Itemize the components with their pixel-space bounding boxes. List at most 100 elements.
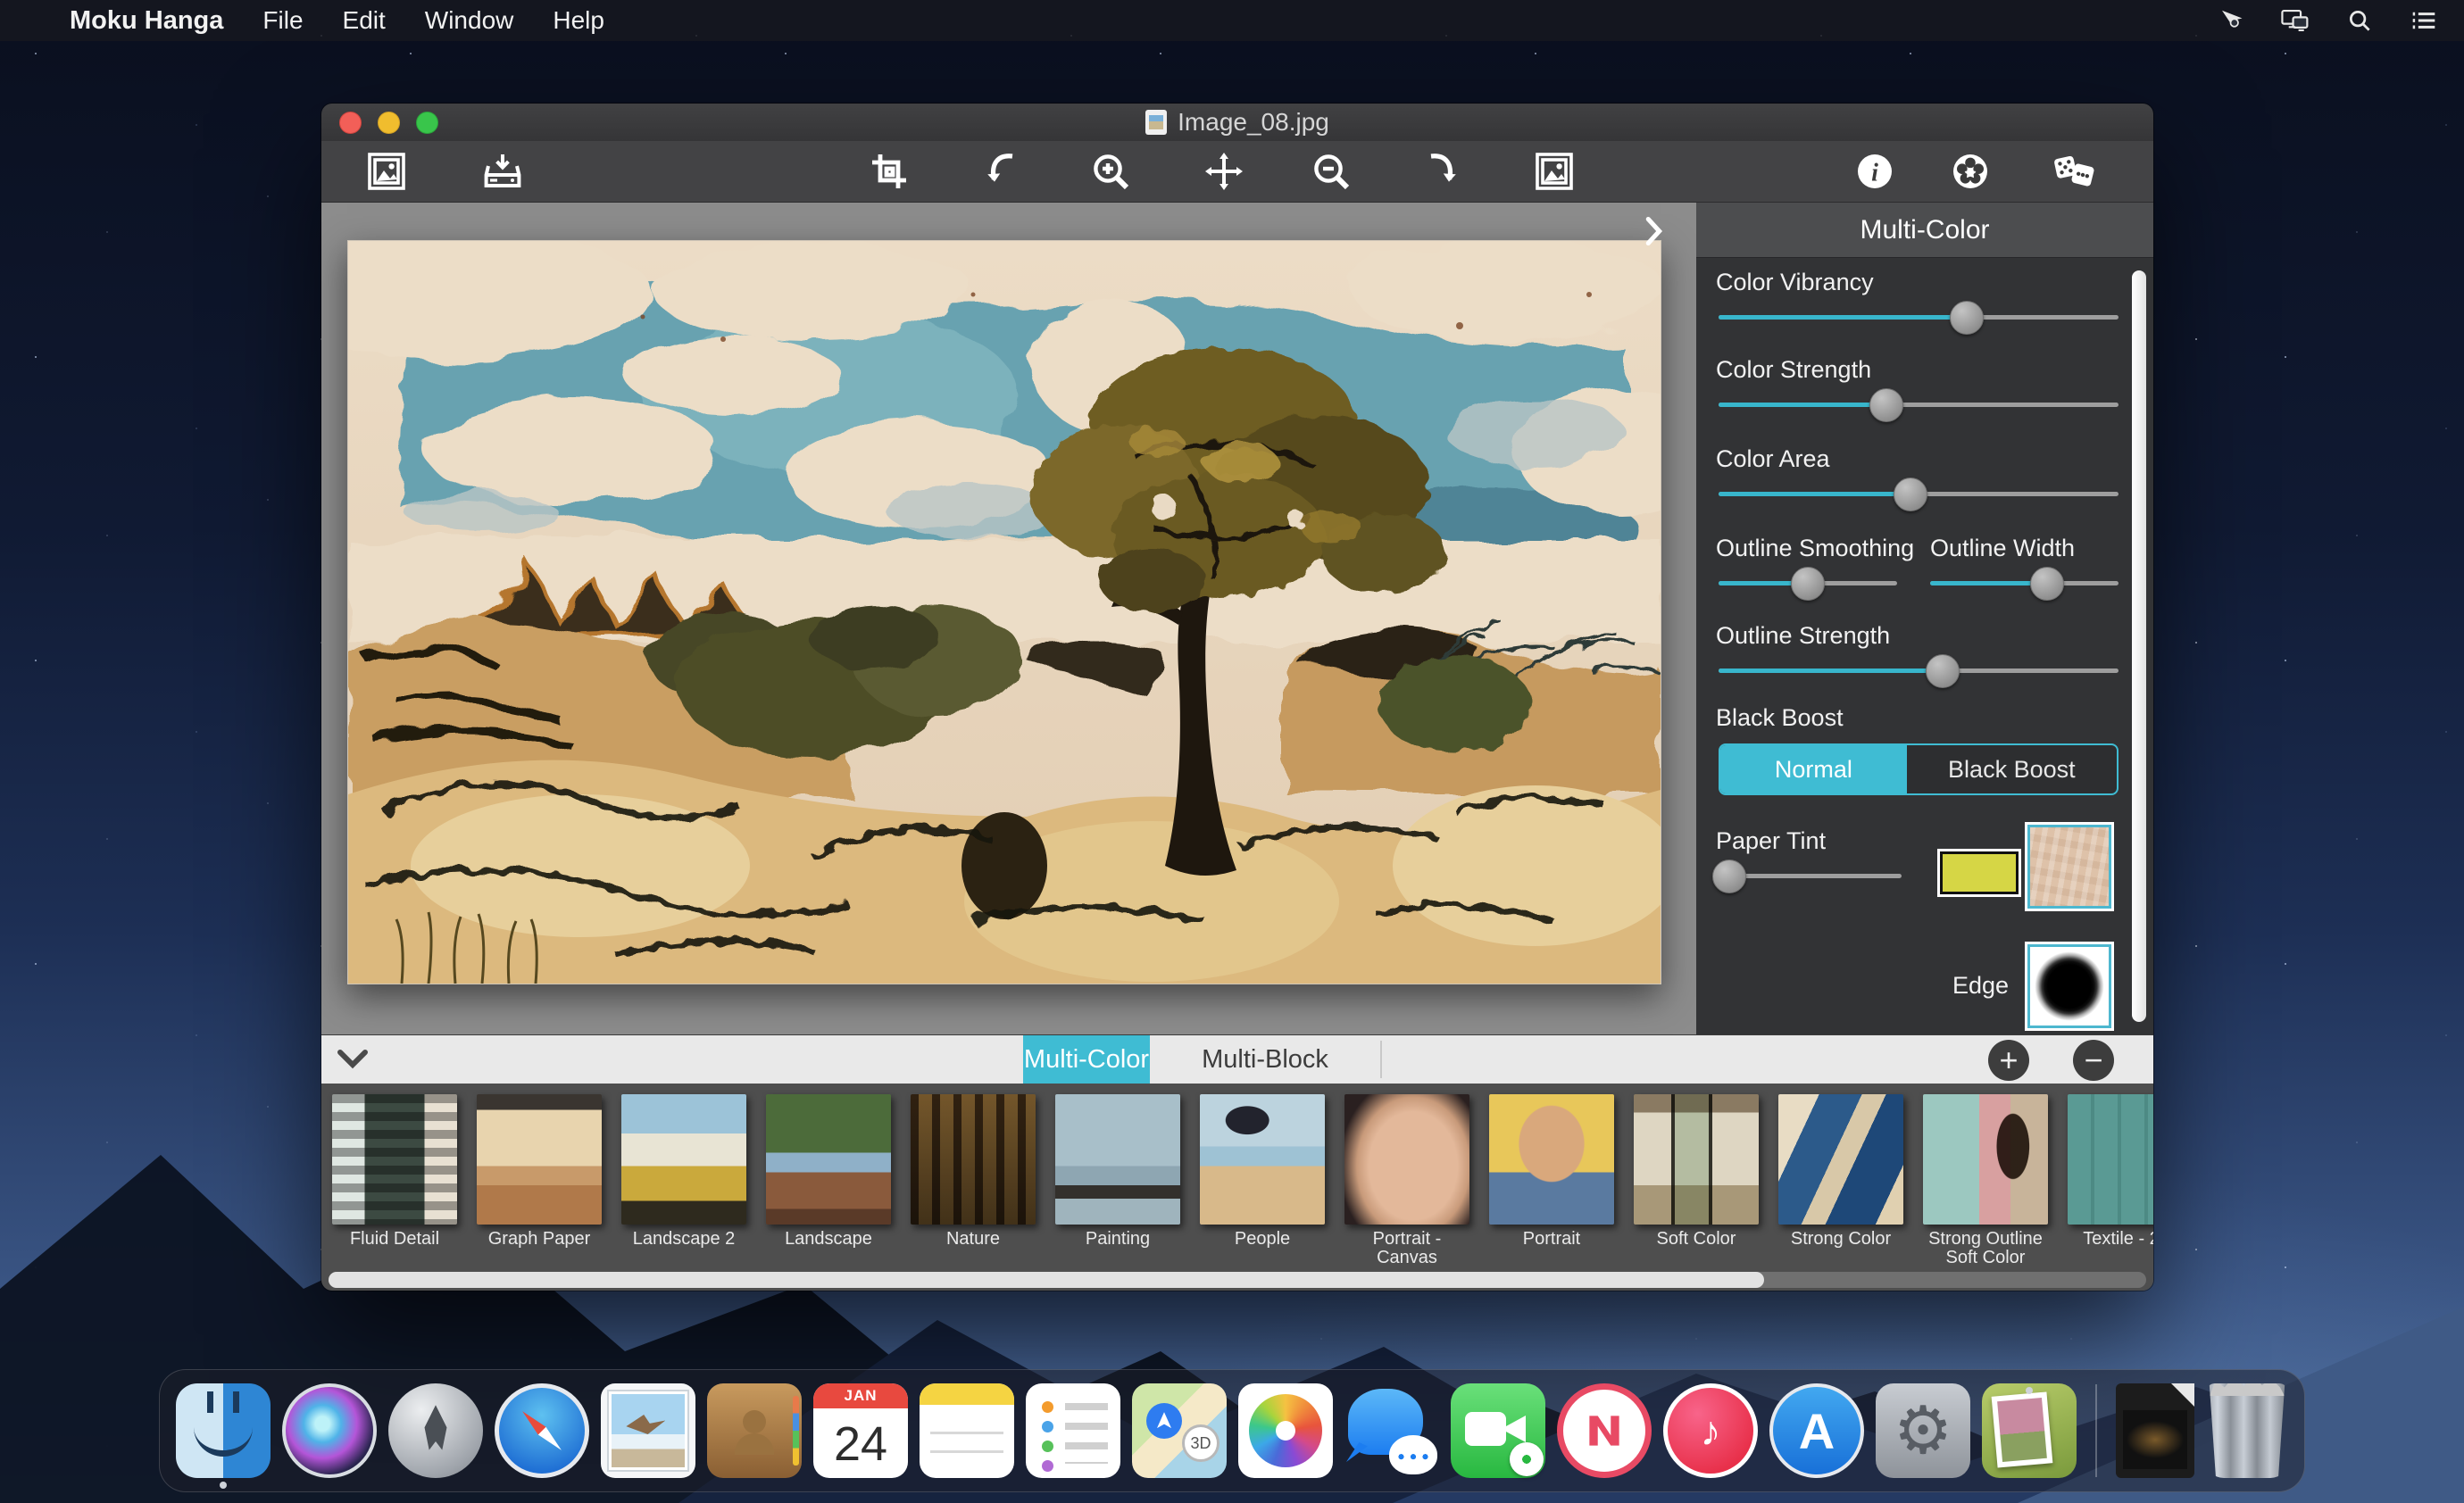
preview-icon[interactable] (1529, 148, 1579, 195)
dock-safari-icon[interactable] (495, 1383, 589, 1478)
spotlight-icon[interactable] (2344, 5, 2375, 36)
zoom-in-icon[interactable] (1086, 148, 1136, 195)
menu-window[interactable]: Window (425, 6, 514, 35)
dock-trash-icon[interactable] (2206, 1383, 2288, 1478)
save-icon[interactable] (478, 148, 528, 195)
tab-multi-color[interactable]: Multi-Color (1023, 1035, 1150, 1084)
preset-fluid-detail[interactable]: Fluid Detail (332, 1094, 457, 1249)
edge-style-swatch[interactable] (2025, 942, 2114, 1031)
strip-scrollbar-track[interactable] (329, 1272, 2146, 1288)
preset-thumbnail[interactable] (1923, 1094, 2048, 1225)
preset-strong-outline-soft-color[interactable]: Strong Outline Soft Color (1923, 1094, 2048, 1267)
dock-photos-icon[interactable] (1238, 1383, 1333, 1478)
slider-thumb[interactable] (1791, 567, 1825, 601)
paper-texture-swatch[interactable] (2025, 822, 2114, 911)
panel-scrollbar[interactable] (2132, 270, 2146, 1022)
outline-width-slider[interactable] (1930, 581, 2119, 585)
preset-thumbnail[interactable] (911, 1094, 1036, 1225)
dock-system-preferences-icon[interactable]: ⚙ (1876, 1383, 1970, 1478)
preset-thumbnail[interactable] (621, 1094, 746, 1225)
preset-thumbnail[interactable] (1634, 1094, 1759, 1225)
preset-portrait[interactable]: Portrait (1489, 1094, 1614, 1249)
paper-tint-slider[interactable] (1719, 874, 1902, 878)
dock-app-store-icon[interactable]: A (1769, 1383, 1864, 1478)
dock-contacts-icon[interactable] (707, 1383, 802, 1478)
slider-thumb[interactable] (1950, 301, 1984, 335)
randomize-icon[interactable] (2049, 148, 2099, 195)
dock-news-icon[interactable] (1557, 1383, 1652, 1478)
slider-thumb[interactable] (1926, 654, 1960, 688)
outline-strength-slider[interactable] (1719, 668, 2119, 673)
info-icon[interactable]: i (1850, 148, 1900, 195)
remove-preset-button[interactable]: − (2073, 1040, 2114, 1081)
slider-thumb[interactable] (2030, 567, 2064, 601)
preset-graph-paper[interactable]: Graph Paper (477, 1094, 602, 1249)
tab-multi-block[interactable]: Multi-Block (1150, 1035, 1380, 1084)
black-boost-option-boost[interactable]: Black Boost (1907, 745, 2117, 793)
dock-launchpad-icon[interactable] (388, 1383, 483, 1478)
preset-thumbnail[interactable] (477, 1094, 602, 1225)
move-icon[interactable] (1199, 148, 1249, 195)
dock-siri-icon[interactable] (282, 1383, 377, 1478)
color-strength-slider[interactable] (1719, 403, 2119, 407)
preset-soft-color[interactable]: Soft Color (1634, 1094, 1759, 1249)
slider-thumb[interactable] (1712, 859, 1746, 893)
preset-thumbnail[interactable] (1200, 1094, 1325, 1225)
preset-painting[interactable]: Painting (1055, 1094, 1180, 1249)
styles-icon[interactable] (1945, 148, 1995, 195)
redo-icon[interactable] (1418, 148, 1468, 195)
dock-maps-icon[interactable] (1132, 1383, 1227, 1478)
color-area-slider[interactable] (1719, 492, 2119, 496)
menu-help[interactable]: Help (553, 6, 604, 35)
add-preset-button[interactable]: + (1988, 1040, 2029, 1081)
slider-thumb[interactable] (1869, 388, 1903, 422)
dock-document-icon[interactable] (2116, 1383, 2194, 1478)
preset-thumbnail[interactable] (1489, 1094, 1614, 1225)
strip-scrollbar-thumb[interactable] (329, 1272, 1764, 1288)
image-browser-icon[interactable] (362, 148, 412, 195)
screen-mirroring-icon[interactable] (2216, 5, 2246, 36)
crop-icon[interactable] (864, 148, 914, 195)
preset-thumbnail[interactable] (1344, 1094, 1469, 1225)
dock-notes-icon[interactable] (920, 1383, 1014, 1478)
dock-moku-hanga-icon[interactable] (1982, 1383, 2077, 1478)
dock-reminders-icon[interactable] (1026, 1383, 1120, 1478)
dock-finder-icon[interactable] (176, 1383, 271, 1478)
list-icon[interactable] (2409, 5, 2439, 36)
dock-messages-icon[interactable] (1344, 1383, 1439, 1478)
undo-icon[interactable] (976, 148, 1026, 195)
menu-edit[interactable]: Edit (343, 6, 386, 35)
outline-smoothing-label: Outline Smoothing (1716, 535, 1914, 562)
paper-tint-color-swatch[interactable] (1937, 849, 2021, 897)
canvas-image[interactable] (347, 240, 1661, 984)
preset-people[interactable]: People (1200, 1094, 1325, 1249)
menu-file[interactable]: File (262, 6, 303, 35)
slider-thumb[interactable] (1894, 477, 1927, 511)
dock-calendar-icon[interactable]: JAN 24 (813, 1383, 908, 1478)
preset-thumbnail[interactable] (1778, 1094, 1903, 1225)
preset-thumbnail[interactable] (766, 1094, 891, 1225)
zoom-out-icon[interactable] (1306, 148, 1356, 195)
preset-thumbnail[interactable] (2068, 1094, 2153, 1225)
dock-mail-icon[interactable] (601, 1383, 695, 1478)
window-title-text: Image_08.jpg (1178, 108, 1329, 137)
title-bar[interactable]: Image_08.jpg (321, 104, 2153, 141)
preset-landscape-2[interactable]: Landscape 2 (621, 1094, 746, 1249)
outline-smoothing-slider[interactable] (1719, 581, 1897, 585)
menu-bar: Moku Hanga File Edit Window Help (0, 0, 2464, 41)
preset-textile-2-color[interactable]: Textile - 2 C (2068, 1094, 2153, 1249)
preset-landscape[interactable]: Landscape (766, 1094, 891, 1249)
preset-nature[interactable]: Nature (911, 1094, 1036, 1249)
menu-app-name[interactable]: Moku Hanga (70, 6, 223, 36)
dock-facetime-icon[interactable] (1451, 1383, 1545, 1478)
displays-icon[interactable] (2280, 5, 2310, 36)
collapse-strip-chevron-icon[interactable] (336, 1048, 370, 1071)
preset-portrait-canvas[interactable]: Portrait - Canvas (1344, 1094, 1469, 1267)
panel-expand-chevron-icon[interactable] (1641, 215, 1668, 247)
dock-itunes-icon[interactable]: ♪ (1663, 1383, 1758, 1478)
black-boost-option-normal[interactable]: Normal (1720, 745, 1907, 793)
preset-thumbnail[interactable] (1055, 1094, 1180, 1225)
preset-strong-color[interactable]: Strong Color (1778, 1094, 1903, 1249)
preset-thumbnail[interactable] (332, 1094, 457, 1225)
color-vibrancy-slider[interactable] (1719, 315, 2119, 320)
